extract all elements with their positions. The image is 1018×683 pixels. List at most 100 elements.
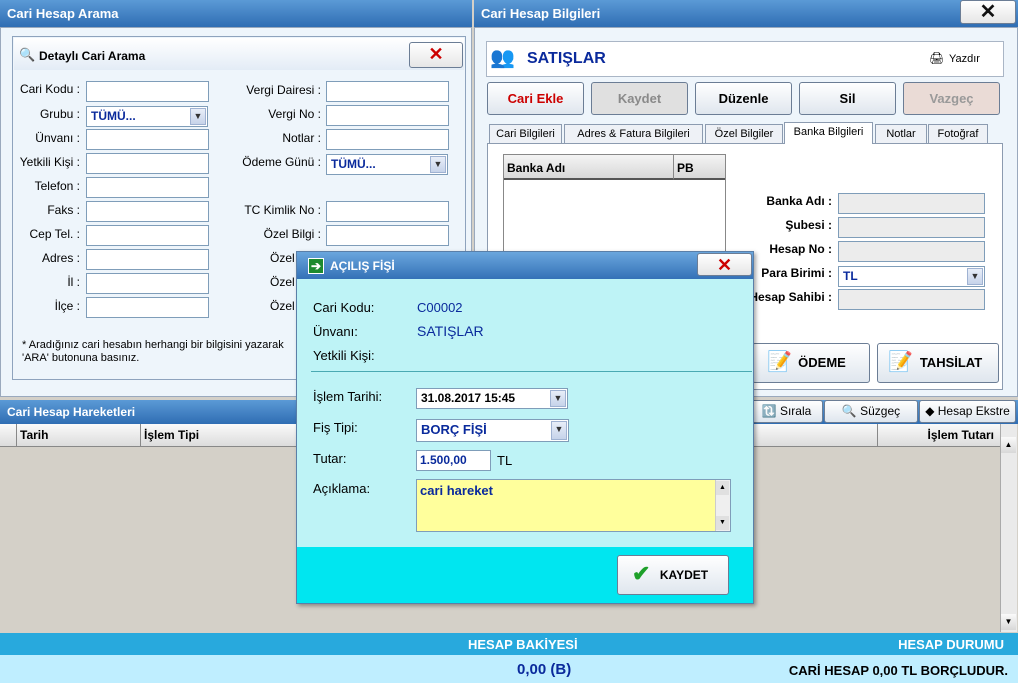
vertical-scrollbar[interactable] (1000, 424, 1017, 632)
ilce-input[interactable] (86, 297, 209, 318)
yetkili-input[interactable] (86, 153, 209, 174)
odeme-gunu-select[interactable]: TÜMÜ... ▼ (326, 154, 448, 175)
col-divider (877, 424, 878, 447)
bank-table-header-name[interactable]: Banka Adı (504, 155, 674, 180)
yetkili-label: Yetkili Kişi : (19, 155, 80, 169)
tab-adres-fatura[interactable]: Adres & Fatura Bilgileri (564, 124, 703, 144)
right-panel-title: Cari Hesap Bilgileri (474, 0, 1018, 27)
banka-adi-input[interactable] (838, 193, 985, 214)
tab-cari-bilgileri[interactable]: Cari Bilgileri (489, 124, 562, 144)
dialog-save-button[interactable]: ✔ KAYDET (617, 555, 729, 595)
subesi-label: Şubesi : (785, 218, 832, 232)
dialog-unvani-label: Ünvanı: (313, 324, 358, 339)
cari-ekle-button[interactable]: Cari Ekle (487, 82, 584, 115)
dialog-cari-kodu-value: C00002 (417, 300, 463, 315)
footer-value-bar: 0,00 (B) CARİ HESAP 0,00 TL BORÇLUDUR. (0, 655, 1018, 683)
vazgec-button[interactable]: Vazgeç (903, 82, 1000, 115)
bank-table-header-pb[interactable]: PB (674, 155, 725, 180)
unvani-input[interactable] (86, 129, 209, 150)
collection-icon: 📝 (888, 351, 913, 373)
col-islem-tutari[interactable]: İşlem Tutarı (928, 428, 994, 442)
ozel-label-4: Özel (270, 299, 295, 313)
notlar-input[interactable] (326, 129, 449, 150)
banka-adi-label: Banka Adı : (766, 194, 832, 208)
para-birimi-value: TL (843, 269, 858, 283)
dialog-close-button[interactable]: ✕ (697, 253, 752, 276)
aciklama-textarea[interactable]: cari hareket ▲ ▼ (416, 479, 731, 532)
movements-title: Cari Hesap Hareketleri (7, 405, 136, 419)
scroll-up-icon[interactable]: ▲ (716, 481, 729, 495)
vergi-no-input[interactable] (326, 105, 449, 126)
chevron-down-icon[interactable]: ▼ (430, 156, 446, 173)
duzenle-button[interactable]: Düzenle (695, 82, 792, 115)
cep-input[interactable] (86, 225, 209, 246)
tahsilat-label: TAHSİLAT (919, 355, 983, 370)
tutar-input[interactable]: 1.500,00 (416, 450, 491, 471)
ozel-label-2: Özel (270, 251, 295, 265)
odeme-gunu-label: Ödeme Günü : (242, 155, 321, 169)
grubu-select[interactable]: TÜMÜ... ▼ (86, 106, 208, 127)
tc-kimlik-input[interactable] (326, 201, 449, 222)
fis-tipi-select[interactable]: BORÇ FİŞİ ▼ (416, 419, 569, 442)
search-icon: 🔍 (19, 47, 36, 62)
tutar-label: Tutar: (313, 451, 347, 466)
fis-tipi-value: BORÇ FİŞİ (421, 422, 487, 437)
adres-input[interactable] (86, 249, 209, 270)
dialog-title-bar: ➔ AÇILIŞ FİŞİ (297, 252, 753, 279)
faks-input[interactable] (86, 201, 209, 222)
scroll-down-icon[interactable]: ▼ (1001, 614, 1016, 630)
ozel-bilgi-input[interactable] (326, 225, 449, 246)
search-close-button[interactable]: ✕ (409, 42, 463, 68)
para-birimi-select[interactable]: TL ▼ (838, 266, 985, 287)
tab-notlar[interactable]: Notlar (875, 124, 927, 144)
dialog-save-label: KAYDET (659, 568, 709, 582)
tab-ozel-bilgiler[interactable]: Özel Bilgiler (705, 124, 783, 144)
grubu-value: TÜMÜ... (91, 109, 136, 123)
faks-label: Faks : (47, 203, 80, 217)
para-birimi-label: Para Birimi : (761, 266, 832, 280)
islem-tarihi-picker[interactable]: 31.08.2017 15:45 ▼ (416, 388, 568, 409)
telefon-input[interactable] (86, 177, 209, 198)
close-icon: ✕ (716, 255, 733, 275)
sirala-button[interactable]: 🔃 Sırala (750, 400, 823, 423)
cari-kodu-input[interactable] (86, 81, 209, 102)
aciklama-label: Açıklama: (313, 481, 371, 496)
printer-icon[interactable]: 🖨 (929, 51, 944, 65)
odeme-button[interactable]: 📝 ÖDEME (752, 343, 870, 383)
footer-label-bar: HESAP BAKİYESİ HESAP DURUMU (0, 633, 1018, 655)
chevron-down-icon[interactable]: ▼ (551, 421, 567, 440)
tab-fotograf[interactable]: Fotoğraf (928, 124, 988, 144)
checkmark-icon: ✔ (632, 561, 651, 586)
il-input[interactable] (86, 273, 209, 294)
left-panel-title-text: Cari Hesap Arama (7, 6, 119, 21)
vergi-no-label: Vergi No : (268, 107, 321, 121)
chevron-down-icon[interactable]: ▼ (190, 108, 206, 125)
tab-banka-bilgileri[interactable]: Banka Bilgileri (784, 122, 873, 144)
hesap-sahibi-input[interactable] (838, 289, 985, 310)
islem-tarihi-value: 31.08.2017 15:45 (421, 391, 516, 405)
scroll-down-icon[interactable]: ▼ (716, 516, 729, 530)
kaydet-button[interactable]: Kaydet (591, 82, 688, 115)
col-tarih[interactable]: Tarih (20, 428, 48, 442)
search-box-title: Detaylı Cari Arama (39, 49, 146, 63)
ozel-label-3: Özel (270, 275, 295, 289)
hesap-ekstre-button[interactable]: ◆ Hesap Ekstre (919, 400, 1016, 423)
tahsilat-button[interactable]: 📝 TAHSİLAT (877, 343, 999, 383)
chevron-down-icon[interactable]: ▼ (967, 268, 983, 285)
unvani-label: Ünvanı : (35, 131, 80, 145)
adres-label: Adres : (41, 251, 80, 265)
print-button[interactable]: Yazdır (949, 53, 980, 65)
hesap-no-input[interactable] (838, 241, 985, 262)
scroll-up-icon[interactable]: ▲ (1001, 437, 1016, 453)
col-islem-tipi[interactable]: İşlem Tipi (144, 428, 199, 442)
cep-label: Cep Tel. : (29, 227, 80, 241)
islem-tarihi-label: İşlem Tarihi: (313, 389, 383, 404)
chevron-down-icon[interactable]: ▼ (550, 390, 566, 407)
sil-button[interactable]: Sil (799, 82, 896, 115)
suzgec-button[interactable]: 🔍 Süzgeç (824, 400, 918, 423)
vergi-dairesi-input[interactable] (326, 81, 449, 102)
odeme-label: ÖDEME (798, 355, 846, 370)
close-icon: ✕ (979, 1, 997, 23)
subesi-input[interactable] (838, 217, 985, 238)
right-panel-close-button[interactable]: ✕ (960, 0, 1016, 24)
